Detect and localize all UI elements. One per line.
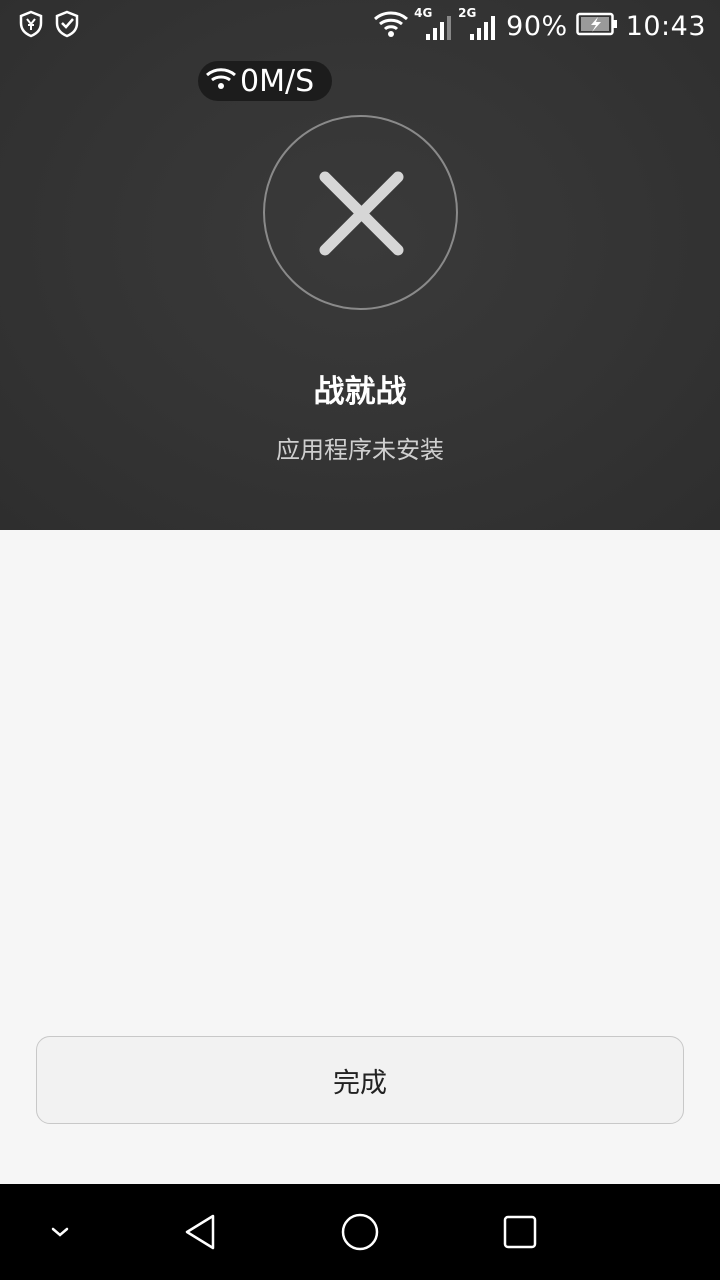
app-name: 战就战 xyxy=(313,374,407,410)
network-speed-value: 0M/S xyxy=(240,63,315,99)
recents-square-icon[interactable] xyxy=(480,1184,560,1280)
battery-percent: 90% xyxy=(506,10,568,42)
result-status-circle xyxy=(263,115,458,310)
wifi-icon xyxy=(372,9,410,43)
shield-check-icon xyxy=(54,10,80,42)
home-circle-icon[interactable] xyxy=(320,1184,400,1280)
wifi-icon xyxy=(204,65,238,97)
status-right-icons: 4G 2G 90% 10:43 xyxy=(372,6,706,46)
collapse-chevron-icon[interactable] xyxy=(20,1184,100,1280)
status-bar: 4G 2G 90% 10:43 xyxy=(0,0,720,50)
battery-charging-icon xyxy=(575,11,618,41)
shield-yen-icon xyxy=(18,10,44,42)
clock-time: 10:43 xyxy=(625,10,706,42)
status-left-icons xyxy=(18,10,80,42)
close-icon xyxy=(319,171,404,256)
back-triangle-icon[interactable] xyxy=(160,1184,240,1280)
cell-signal-icon: 2G xyxy=(458,6,498,44)
done-button[interactable]: 完成 xyxy=(36,1036,684,1124)
install-status-message: 应用程序未安装 xyxy=(276,436,444,464)
result-panel: 4G 2G 90% 10:43 0M/S 战就战 应用程序未安装 xyxy=(0,0,720,530)
cell-signal-icon: 4G xyxy=(414,6,454,44)
navigation-bar xyxy=(0,1184,720,1280)
network-speed-badge: 0M/S xyxy=(198,61,332,101)
